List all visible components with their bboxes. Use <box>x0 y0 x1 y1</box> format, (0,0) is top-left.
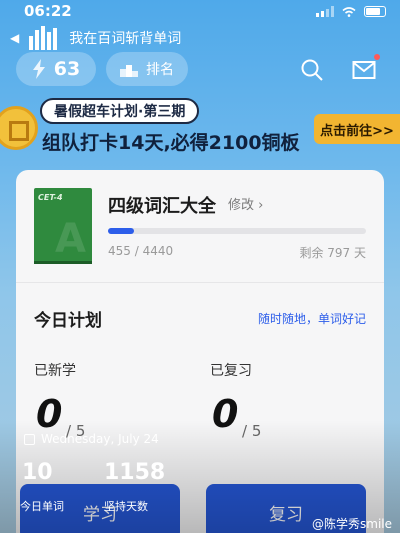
signal-icon <box>316 6 334 17</box>
status-bar: 06:22 <box>0 0 400 22</box>
book-cover[interactable]: CET-4 A <box>34 188 92 264</box>
lightning-icon <box>32 59 45 79</box>
rank-label: 排名 <box>146 62 174 78</box>
promo-go-button[interactable]: 点击前往>> <box>314 114 400 144</box>
new-learned-label: 已新学 <box>34 363 76 379</box>
book-progress-text: 455 / 4440 <box>108 244 174 258</box>
calendar-icon <box>24 433 35 445</box>
card-divider <box>16 282 384 283</box>
back-to-app[interactable]: ◀ 我在百词斩背单词 <box>10 26 181 50</box>
promo-banner[interactable]: 暑假超车计划·第三期 组队打卡14天,必得2100铜板 点击前往>> <box>0 92 400 162</box>
app-logo-icon <box>29 26 59 50</box>
status-icons <box>316 6 386 17</box>
plan-slogan: 随时随地，单词好记 <box>257 312 366 326</box>
rank-pill[interactable]: 排名 <box>106 52 188 86</box>
battery-icon <box>364 6 386 17</box>
back-arrow-icon: ◀ <box>10 31 20 45</box>
promo-headline: 组队打卡14天,必得2100铜板 <box>42 132 300 154</box>
book-cover-graphic: A <box>55 216 86 262</box>
book-progress-fill <box>108 228 135 234</box>
watermark: @陈学秀smile <box>312 517 392 531</box>
today-words-label: 今日单词 <box>20 500 64 513</box>
coin-icon <box>0 106 38 150</box>
edit-book-link[interactable]: 修改 › <box>228 194 263 213</box>
today-words-count: 10 <box>22 460 53 485</box>
book-remaining: 剩余 797 天 <box>299 246 366 260</box>
mail-icon[interactable] <box>352 58 376 82</box>
wifi-icon <box>342 6 356 17</box>
streak-count: 63 <box>53 58 81 80</box>
plan-title: 今日计划 <box>34 311 102 331</box>
book-cover-tag: CET-4 <box>38 193 63 202</box>
overlay-date: Wednesday, July 24 <box>24 432 159 446</box>
back-app-label: 我在百词斩背单词 <box>69 31 182 47</box>
streak-pill[interactable]: 63 <box>16 52 96 86</box>
book-progress-bar <box>108 228 366 234</box>
overlay-date-text: Wednesday, July 24 <box>41 432 159 446</box>
streak-days-label: 坚持天数 <box>104 500 148 513</box>
reviewed-label: 已复习 <box>210 363 252 379</box>
book-name: 四级词汇大全 <box>108 196 216 217</box>
notification-dot <box>374 54 380 60</box>
podium-icon <box>120 65 138 77</box>
search-icon[interactable] <box>300 58 324 82</box>
streak-days-count: 1158 <box>104 460 166 485</box>
promo-tag: 暑假超车计划·第三期 <box>40 98 200 124</box>
book-spine <box>34 261 92 264</box>
status-time: 06:22 <box>24 2 72 20</box>
